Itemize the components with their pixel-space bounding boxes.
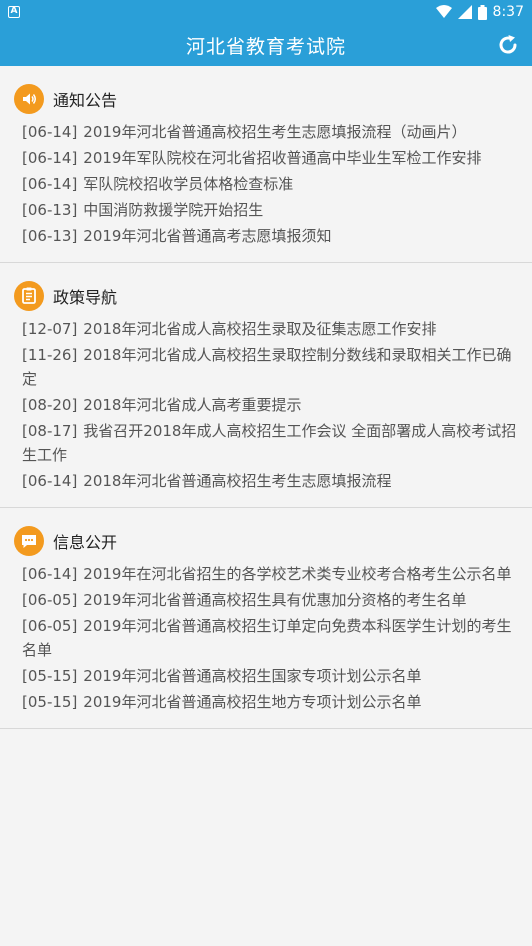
news-date: [11-26] [22,346,78,364]
news-item[interactable]: [06-14] 军队院校招收学员体格检查标准 [14,172,518,198]
news-list: [12-07] 2018年河北省成人高校招生录取及征集志愿工作安排 [11-26] 2… [14,317,518,495]
news-item[interactable]: [06-14] 2019年在河北省招生的各学校艺术类专业校考合格考生公示名单 [14,562,518,588]
news-item[interactable]: [08-20] 2018年河北省成人高考重要提示 [14,393,518,419]
news-date: [06-13] [22,201,78,219]
news-date: [05-15] [22,667,78,685]
news-title: 2019年在河北省招生的各学校艺术类专业校考合格考生公示名单 [83,565,512,583]
speaker-icon [14,84,44,114]
news-item[interactable]: [05-15] 2019年河北省普通高校招生地方专项计划公示名单 [14,690,518,716]
section-header: 通知公告 [14,84,518,114]
content-area: 通知公告 [06-14] 2019年河北省普通高校招生考生志愿填报流程（动画片） [0… [0,66,532,729]
refresh-button[interactable] [494,31,522,59]
news-item[interactable]: [06-13] 中国消防救援学院开始招生 [14,198,518,224]
news-date: [06-05] [22,591,78,609]
news-date: [06-05] [22,617,78,635]
status-time: 8:37 [492,4,524,20]
news-date: [08-17] [22,422,78,440]
news-title: 2019年河北省普通高校招生地方专项计划公示名单 [83,693,422,711]
news-title: 我省召开2018年成人高校招生工作会议 全面部署成人高校考试招生工作 [22,422,517,464]
section-title: 通知公告 [53,91,118,110]
section-2: 政策导航 [12-07] 2018年河北省成人高校招生录取及征集志愿工作安排 [11-… [0,263,532,508]
news-title: 2018年河北省成人高考重要提示 [83,396,302,414]
news-title: 2019年军队院校在河北省招收普通高中毕业生军检工作安排 [83,149,482,167]
document-icon [14,281,44,311]
news-date: [08-20] [22,396,78,414]
news-date: [06-13] [22,227,78,245]
news-date: [12-07] [22,320,78,338]
news-title: 2018年河北省成人高校招生录取及征集志愿工作安排 [83,320,437,338]
news-item[interactable]: [06-13] 2019年河北省普通高考志愿填报须知 [14,224,518,250]
news-date: [06-14] [22,175,78,193]
news-title: 中国消防救援学院开始招生 [83,201,264,219]
news-date: [06-14] [22,472,78,490]
section-title: 信息公开 [53,533,118,552]
news-date: [06-14] [22,123,78,141]
wifi-icon [435,5,452,18]
news-item[interactable]: [08-17] 我省召开2018年成人高校招生工作会议 全面部署成人高校考试招生工… [14,419,518,469]
news-title: 2019年河北省普通高校招生订单定向免费本科医学生计划的考生名单 [22,617,512,659]
news-item[interactable]: [05-15] 2019年河北省普通高校招生国家专项计划公示名单 [14,664,518,690]
section-3: 信息公开 [06-14] 2019年在河北省招生的各学校艺术类专业校考合格考生公示名… [0,508,532,729]
news-item[interactable]: [06-14] 2019年军队院校在河北省招收普通高中毕业生军检工作安排 [14,146,518,172]
section-header: 信息公开 [14,526,518,556]
news-item[interactable]: [06-05] 2019年河北省普通高校招生订单定向免费本科医学生计划的考生名单 [14,614,518,664]
news-list: [06-14] 2019年河北省普通高校招生考生志愿填报流程（动画片） [06-14… [14,120,518,250]
news-title: 2019年河北省普通高校招生国家专项计划公示名单 [83,667,422,685]
app-notification-icon: A [8,6,20,18]
news-item[interactable]: [12-07] 2018年河北省成人高校招生录取及征集志愿工作安排 [14,317,518,343]
refresh-icon [499,35,517,54]
page-title: 河北省教育考试院 [185,35,346,58]
news-date: [06-14] [22,565,78,583]
news-date: [06-14] [22,149,78,167]
news-title: 2018年河北省普通高校招生考生志愿填报流程 [83,472,392,490]
news-item[interactable]: [11-26] 2018年河北省成人高校招生录取控制分数线和录取相关工作已确定 [14,343,518,393]
news-date: [05-15] [22,693,78,711]
news-title: 2019年河北省普通高校招生考生志愿填报流程（动画片） [83,123,467,141]
status-bar: A 8:37 [0,0,532,24]
signal-icon [457,5,472,19]
section-1: 通知公告 [06-14] 2019年河北省普通高校招生考生志愿填报流程（动画片） [0… [0,66,532,263]
news-title: 军队院校招收学员体格检查标准 [83,175,294,193]
news-list: [06-14] 2019年在河北省招生的各学校艺术类专业校考合格考生公示名单 [06… [14,562,518,716]
news-item[interactable]: [06-14] 2018年河北省普通高校招生考生志愿填报流程 [14,469,518,495]
news-title: 2019年河北省普通高考志愿填报须知 [83,227,332,245]
battery-icon [477,4,487,20]
news-item[interactable]: [06-05] 2019年河北省普通高校招生具有优惠加分资格的考生名单 [14,588,518,614]
section-header: 政策导航 [14,281,518,311]
news-title: 2019年河北省普通高校招生具有优惠加分资格的考生名单 [83,591,467,609]
section-title: 政策导航 [53,288,118,307]
news-item[interactable]: [06-14] 2019年河北省普通高校招生考生志愿填报流程（动画片） [14,120,518,146]
app-header: 河北省教育考试院 [0,24,532,66]
news-title: 2018年河北省成人高校招生录取控制分数线和录取相关工作已确定 [22,346,512,388]
message-icon [14,526,44,556]
